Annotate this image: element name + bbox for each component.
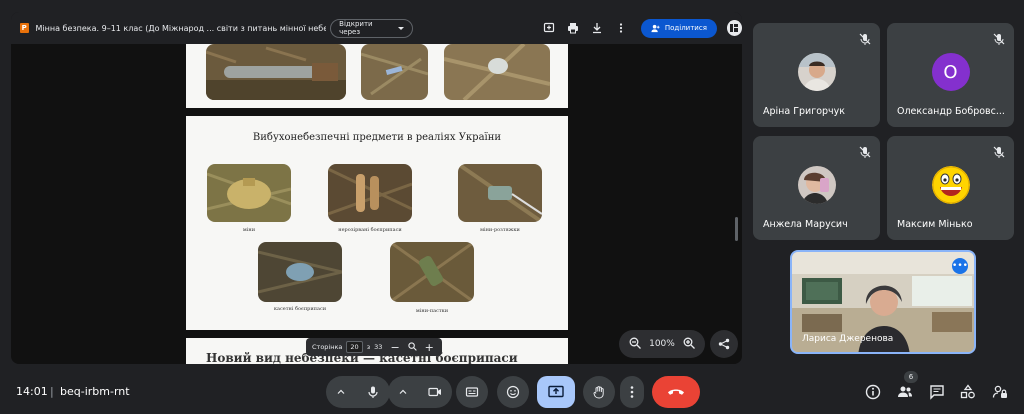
emoji-icon xyxy=(506,385,520,399)
participant-tile[interactable]: Аріна Григорчук xyxy=(753,23,880,127)
more-actions-button[interactable] xyxy=(620,376,644,408)
share-icon[interactable] xyxy=(710,330,738,358)
pptx-file-icon: P xyxy=(20,23,29,33)
page-of-label: з xyxy=(366,343,371,351)
presentation-panel: P Мінна безпека. 9–11 клас (До Міжнарод … xyxy=(11,12,742,364)
presentation-toolbar: P Мінна безпека. 9–11 клас (До Міжнарод … xyxy=(11,12,742,44)
add-comment-icon[interactable] xyxy=(543,22,555,34)
self-view-name: Лариса Джеренова xyxy=(802,334,894,344)
avatar xyxy=(797,165,836,204)
slide-photo-mines xyxy=(207,164,291,222)
slide-photo-shell xyxy=(206,44,346,100)
slide-photo-cluster xyxy=(258,242,342,302)
more-vert-icon xyxy=(630,386,634,398)
caption-tripwire: міни-розтяжки xyxy=(480,227,520,233)
zoom-control: 100% xyxy=(619,330,705,358)
page-number-input[interactable]: 20 xyxy=(346,341,363,353)
zoom-in-plus-icon[interactable]: + xyxy=(425,342,434,353)
zoom-magnifier-icon[interactable] xyxy=(408,341,417,353)
meeting-code: beq-irbm-rnt xyxy=(60,385,130,398)
host-controls-lock-icon[interactable] xyxy=(992,384,1008,400)
participant-tile[interactable]: O Олександр Бобровс... xyxy=(887,23,1014,127)
reactions-button[interactable] xyxy=(497,376,529,408)
vertical-scrollbar[interactable] xyxy=(735,217,738,241)
file-title: Мінна безпека. 9–11 клас (До Міжнарод ..… xyxy=(35,23,327,33)
activities-icon[interactable] xyxy=(960,384,976,400)
share-button[interactable]: Поділитися xyxy=(640,18,717,38)
camera-control[interactable] xyxy=(388,376,452,408)
clock: 14:01 xyxy=(16,385,48,398)
avatar xyxy=(797,52,836,91)
slide-photo-fuse xyxy=(361,44,428,100)
zoom-in-icon[interactable] xyxy=(683,337,695,352)
chat-icon[interactable] xyxy=(929,384,945,400)
share-label: Поділитися xyxy=(664,24,707,32)
slide-photo-grenade xyxy=(444,44,550,100)
mic-off-icon xyxy=(859,33,871,45)
mic-off-icon xyxy=(993,146,1005,158)
leave-call-button[interactable] xyxy=(652,376,700,408)
captions-button[interactable] xyxy=(456,376,488,408)
participant-tile[interactable]: Максим Мінько xyxy=(887,136,1014,240)
separator: | xyxy=(50,385,54,398)
caption-mines: міни xyxy=(242,227,256,233)
print-icon[interactable] xyxy=(567,22,579,34)
participant-name: Максим Мінько xyxy=(897,219,973,230)
zoom-out-icon[interactable] xyxy=(629,337,641,352)
participant-name: Олександр Бобровс... xyxy=(897,106,1005,117)
people-icon[interactable] xyxy=(897,384,913,400)
mic-off-icon xyxy=(993,33,1005,45)
camera-icon[interactable] xyxy=(428,385,442,399)
participant-tile[interactable]: Анжела Марусич xyxy=(753,136,880,240)
raise-hand-button[interactable] xyxy=(583,376,615,408)
more-options-icon[interactable]: ••• xyxy=(952,258,968,274)
present-screen-icon xyxy=(548,385,564,398)
page-label: Сторінка xyxy=(312,343,343,351)
chevron-up-icon[interactable] xyxy=(398,387,408,397)
present-screen-button[interactable] xyxy=(537,376,575,408)
participant-name: Аріна Григорчук xyxy=(763,106,846,117)
slide-previous xyxy=(186,44,568,108)
slide-title: Вибухонебезпечні предмети в реаліях Укра… xyxy=(252,132,502,143)
zoom-out-minus-icon[interactable]: − xyxy=(390,342,399,353)
hand-icon xyxy=(593,386,604,399)
caption-cluster: касетні боєприпаси xyxy=(273,306,327,312)
open-with-label: Відкрити через xyxy=(339,20,373,36)
captions-icon xyxy=(465,387,479,397)
meet-window: P Мінна безпека. 9–11 клас (До Міжнарод … xyxy=(0,0,1024,414)
download-icon[interactable] xyxy=(591,22,603,34)
people-count-badge: 6 xyxy=(904,371,918,383)
self-view-tile[interactable]: ••• Лариса Джеренова xyxy=(790,250,976,354)
caption-unexploded: нерозірвані боєприпаси xyxy=(338,227,402,233)
slide-photo-unexploded xyxy=(328,164,412,222)
slide-current: Вибухонебезпечні предмети в реаліях Укра… xyxy=(186,116,568,330)
slide-photo-booby-trap xyxy=(390,242,474,302)
account-icon[interactable] xyxy=(726,20,742,36)
caption-booby-trap: міни-пастки xyxy=(415,308,449,314)
mic-control[interactable] xyxy=(326,376,390,408)
hangup-phone-icon xyxy=(668,389,684,395)
call-controls-bar: 14:01 | beq-irbm-rnt xyxy=(0,372,1024,414)
page-navigator: Сторінка 20 з 33 − + xyxy=(306,338,442,356)
chevron-down-icon xyxy=(397,26,404,30)
microphone-icon[interactable] xyxy=(366,385,380,399)
slide-photo-tripwire xyxy=(458,164,542,222)
chevron-up-icon[interactable] xyxy=(336,387,346,397)
participant-name: Анжела Марусич xyxy=(763,219,848,230)
meeting-info-icon[interactable] xyxy=(865,384,881,400)
zoom-level: 100% xyxy=(649,339,675,349)
person-add-icon xyxy=(651,24,660,32)
open-with-button[interactable]: Відкрити через xyxy=(330,18,413,38)
page-total: 33 xyxy=(374,343,383,351)
avatar: O xyxy=(931,52,970,91)
more-vert-icon[interactable] xyxy=(615,22,627,34)
laughing-emoji-avatar xyxy=(931,165,970,204)
mic-off-icon xyxy=(859,146,871,158)
